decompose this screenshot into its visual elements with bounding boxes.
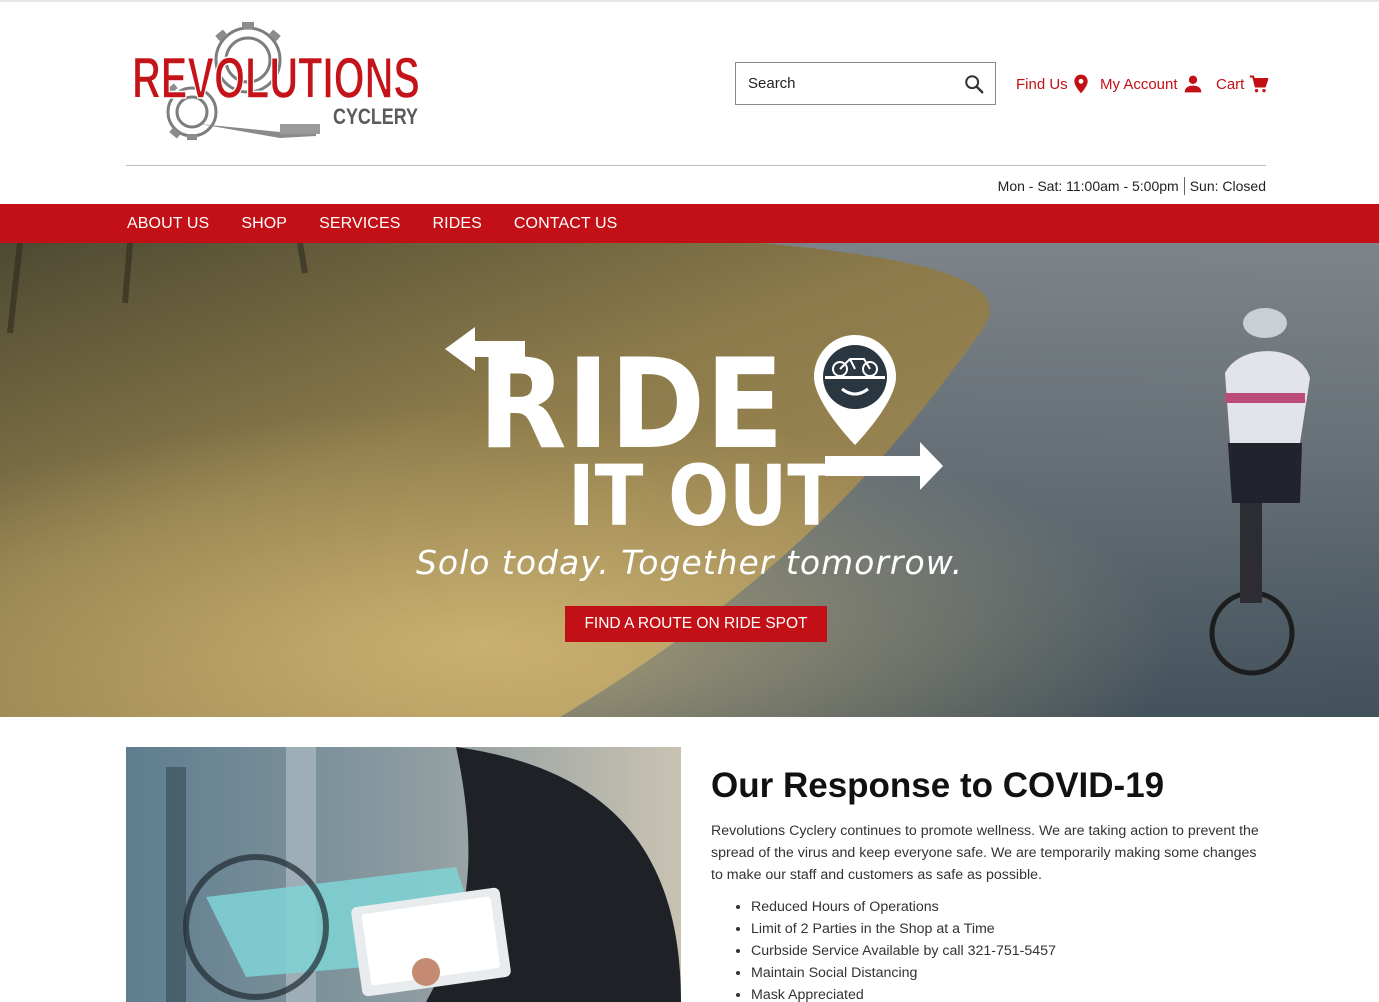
hours-separator xyxy=(1183,177,1185,195)
cart-icon xyxy=(1250,75,1269,93)
hero-banner: RIDE IT OUT Solo today. Together tomorro… xyxy=(0,243,1379,717)
cart-label: Cart xyxy=(1216,75,1245,93)
main-nav: ABOUT US SHOP SERVICES RIDES CONTACT US xyxy=(0,204,1379,243)
bike-location-pin-icon xyxy=(814,335,896,445)
list-item: Limit of 2 Parties in the Shop at a Time xyxy=(751,918,1056,940)
my-account-link[interactable]: My Account xyxy=(1100,72,1203,96)
hero-headline-line2: IT OUT xyxy=(568,447,836,541)
my-account-label: My Account xyxy=(1100,75,1178,93)
hours-weekday: Mon - Sat: 11:00am - 5:00pm xyxy=(997,178,1179,194)
shop-photo xyxy=(126,747,681,1002)
list-item: Maintain Social Distancing xyxy=(751,962,1056,984)
covid-paragraph: Revolutions Cyclery continues to promote… xyxy=(711,823,1259,883)
find-us-label: Find Us xyxy=(1016,75,1068,93)
search-box xyxy=(735,62,996,105)
logo-graphic: REVOLUTIONS CYCLERY xyxy=(131,22,421,140)
nav-shop[interactable]: SHOP xyxy=(241,215,287,233)
nav-rides[interactable]: RIDES xyxy=(433,215,482,233)
find-route-button[interactable]: FIND A ROUTE ON RIDE SPOT xyxy=(565,606,827,642)
logo-word: REVOLUTIONS xyxy=(132,46,420,111)
header-divider xyxy=(126,165,1266,166)
top-border xyxy=(0,0,1379,2)
store-hours: Mon - Sat: 11:00am - 5:00pm Sun: Closed xyxy=(998,176,1266,196)
search-input[interactable] xyxy=(736,63,951,104)
arrow-right-icon xyxy=(825,442,943,490)
cart-link[interactable]: Cart xyxy=(1216,72,1269,96)
covid-heading: Our Response to COVID-19 xyxy=(711,766,1165,805)
nav-about-us[interactable]: ABOUT US xyxy=(127,215,209,233)
site-logo[interactable]: REVOLUTIONS CYCLERY xyxy=(130,20,422,144)
ride-it-out-graphic: RIDE IT OUT xyxy=(445,327,943,541)
covid-measures-list: Reduced Hours of Operations Limit of 2 P… xyxy=(751,896,1056,1002)
logo-sub: CYCLERY xyxy=(333,104,418,129)
list-item: Curbside Service Available by call 321-7… xyxy=(751,940,1056,962)
hero-tagline: Solo today. Together tomorrow. xyxy=(415,543,964,582)
find-us-link[interactable]: Find Us xyxy=(1016,72,1089,96)
map-pin-icon xyxy=(1074,74,1088,94)
nav-services[interactable]: SERVICES xyxy=(319,215,400,233)
search-icon[interactable] xyxy=(963,73,985,95)
user-icon xyxy=(1184,75,1201,93)
nav-contact-us[interactable]: CONTACT US xyxy=(514,215,618,233)
list-item: Reduced Hours of Operations xyxy=(751,896,1056,918)
list-item: Mask Appreciated xyxy=(751,984,1056,1002)
shop-photo-image xyxy=(126,747,681,1002)
hours-sunday: Sun: Closed xyxy=(1189,178,1266,194)
